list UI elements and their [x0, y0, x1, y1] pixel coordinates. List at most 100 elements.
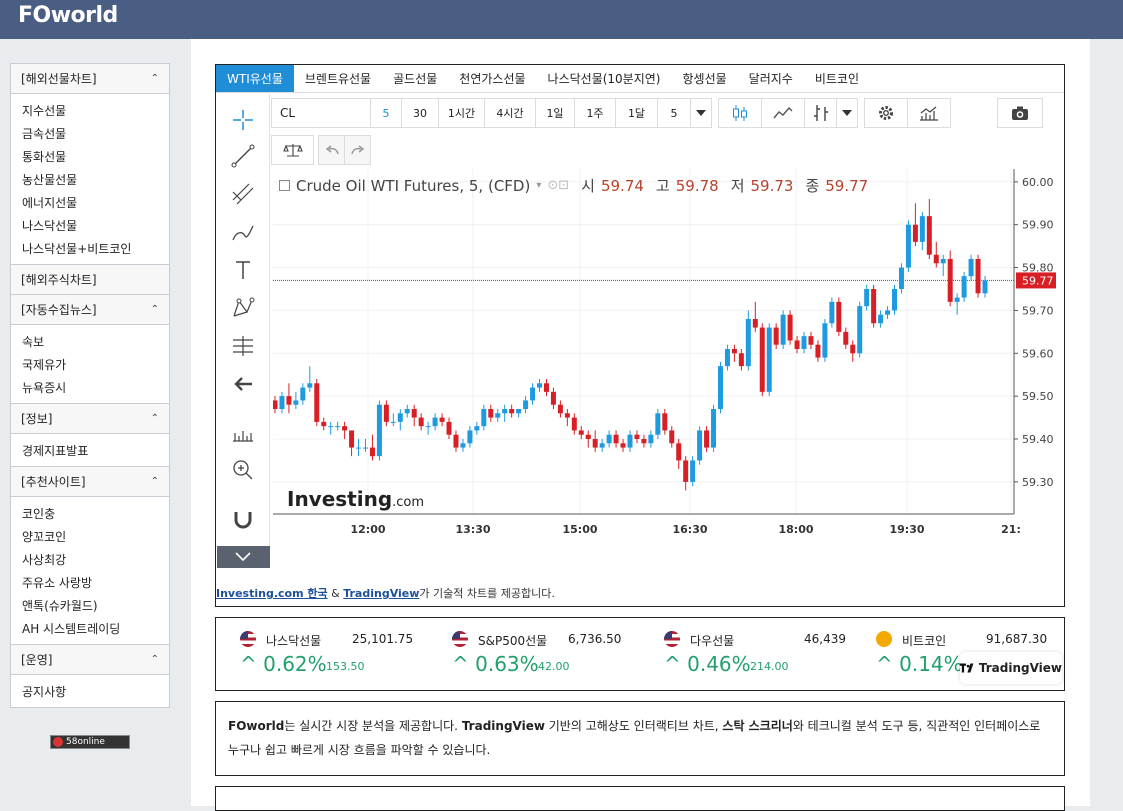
- tradingview-link[interactable]: TradingView: [343, 587, 419, 600]
- interval-4h-button[interactable]: 4시간: [484, 98, 536, 128]
- candle-body[interactable]: [704, 430, 710, 448]
- candle-body[interactable]: [376, 404, 382, 457]
- candle-body[interactable]: [843, 331, 849, 345]
- candle-body[interactable]: [690, 460, 696, 482]
- candle-body[interactable]: [613, 434, 619, 444]
- candle-body[interactable]: [411, 409, 417, 418]
- sidebar-item[interactable]: 주유소 사랑방: [11, 572, 169, 595]
- candle-body[interactable]: [655, 413, 661, 435]
- sidebar-item[interactable]: 사상최강: [11, 549, 169, 572]
- candle-body[interactable]: [752, 319, 758, 328]
- candle-body[interactable]: [919, 216, 925, 242]
- chevron-up-icon[interactable]: ⌃: [151, 413, 159, 424]
- chart-tab[interactable]: 항셍선물: [672, 65, 738, 92]
- candle-body[interactable]: [808, 336, 814, 345]
- candle-body[interactable]: [662, 413, 668, 431]
- candle-body[interactable]: [780, 314, 786, 345]
- candle-body[interactable]: [349, 430, 355, 448]
- sidebar-section-header[interactable]: [해외선물차트] ⌃: [10, 63, 170, 94]
- candle-body[interactable]: [787, 314, 793, 341]
- candle-body[interactable]: [836, 301, 842, 332]
- tradingview-badge[interactable]: TradingView: [960, 652, 1062, 684]
- candle-body[interactable]: [397, 413, 403, 422]
- candle-body[interactable]: [961, 276, 967, 298]
- chart-tab[interactable]: 나스닥선물(10분지연): [537, 65, 672, 92]
- candle-body[interactable]: [738, 353, 744, 367]
- candle-body[interactable]: [599, 443, 605, 448]
- chart-tab[interactable]: 골드선물: [382, 65, 448, 92]
- sidebar-item[interactable]: 속보: [11, 331, 169, 354]
- candle-body[interactable]: [794, 340, 800, 349]
- candle-body[interactable]: [641, 439, 647, 444]
- candle-body[interactable]: [940, 259, 946, 264]
- interval-dropdown-button[interactable]: [690, 98, 712, 128]
- chart-tab[interactable]: 브렌트유선물: [294, 65, 382, 92]
- text-icon[interactable]: [227, 254, 259, 286]
- candle-body[interactable]: [273, 400, 278, 409]
- sidebar-section-header[interactable]: [자동수집뉴스] ⌃: [10, 294, 170, 325]
- candle-body[interactable]: [850, 344, 856, 354]
- compare-button[interactable]: [761, 98, 805, 128]
- candle-body[interactable]: [871, 289, 877, 324]
- candle-body[interactable]: [592, 439, 598, 448]
- candle-body[interactable]: [300, 387, 306, 401]
- undo-button[interactable]: [318, 135, 345, 165]
- candle-body[interactable]: [766, 327, 772, 392]
- sidebar-item[interactable]: 국제유가: [11, 354, 169, 377]
- candle-body[interactable]: [669, 430, 675, 444]
- sidebar-item[interactable]: 나스닥선물: [11, 215, 169, 238]
- candle-body[interactable]: [683, 460, 689, 482]
- candle-body[interactable]: [912, 224, 918, 242]
- candle-body[interactable]: [286, 396, 292, 405]
- chevron-up-icon[interactable]: ⌃: [151, 476, 159, 487]
- sidebar-item[interactable]: 지수선물: [11, 100, 169, 123]
- candle-body[interactable]: [773, 327, 779, 345]
- crosshair-icon[interactable]: [227, 104, 259, 136]
- candle-body[interactable]: [537, 383, 543, 388]
- interval-1m-button[interactable]: 1달: [615, 98, 658, 128]
- candle-body[interactable]: [369, 447, 375, 457]
- settings-button[interactable]: [864, 98, 908, 128]
- fullscreen-button[interactable]: [907, 98, 951, 128]
- candle-body[interactable]: [293, 400, 299, 405]
- sidebar-item[interactable]: 코인충: [11, 503, 169, 526]
- sidebar-item[interactable]: 통화선물: [11, 146, 169, 169]
- ticker-item[interactable]: 다우선물 46,439 ^ 0.46% 214.00: [640, 618, 852, 690]
- interval-5m-button[interactable]: 5: [370, 98, 402, 128]
- candle-body[interactable]: [745, 319, 751, 367]
- sidebar-item[interactable]: 나스닥선물+비트코인: [11, 238, 169, 261]
- candle-body[interactable]: [878, 314, 884, 324]
- sidebar-item[interactable]: 양꼬코인: [11, 526, 169, 549]
- site-logo[interactable]: FOworld: [18, 3, 118, 28]
- candle-body[interactable]: [314, 383, 320, 422]
- redo-button[interactable]: [344, 135, 371, 165]
- candle-body[interactable]: [926, 216, 932, 255]
- candle-body[interactable]: [362, 447, 368, 449]
- candle-body[interactable]: [968, 259, 974, 277]
- caret-down-icon[interactable]: ▾: [536, 180, 541, 191]
- candle-body[interactable]: [279, 396, 285, 409]
- chart-tab[interactable]: 천연가스선물: [448, 65, 536, 92]
- collapse-toolbar-button[interactable]: [217, 546, 270, 568]
- interval-1d-button[interactable]: 1일: [535, 98, 575, 128]
- indicators-button[interactable]: [804, 98, 837, 128]
- symbol-search-input[interactable]: CL: [271, 98, 371, 128]
- candle-body[interactable]: [356, 447, 362, 449]
- magnet-icon[interactable]: [227, 502, 259, 534]
- sidebar-section-header[interactable]: [해외주식차트]: [10, 264, 170, 295]
- compare-scale-button[interactable]: [271, 135, 314, 165]
- candle-body[interactable]: [982, 280, 988, 294]
- candle-body[interactable]: [648, 434, 654, 444]
- candle-body[interactable]: [446, 421, 452, 435]
- sidebar-section-header[interactable]: [정보] ⌃: [10, 403, 170, 434]
- trend-line-icon[interactable]: [227, 140, 259, 172]
- screenshot-button[interactable]: [997, 98, 1043, 128]
- pattern-icon[interactable]: [227, 292, 259, 324]
- candle-body[interactable]: [822, 323, 828, 358]
- candle-body[interactable]: [418, 417, 424, 427]
- collapse-legend-icon[interactable]: [279, 180, 290, 191]
- chevron-up-icon[interactable]: ⌃: [151, 304, 159, 315]
- candle-body[interactable]: [606, 434, 612, 444]
- ticker-item[interactable]: S&P500선물 6,736.50 ^ 0.63% 42.00: [428, 618, 640, 690]
- candle-body[interactable]: [474, 426, 480, 431]
